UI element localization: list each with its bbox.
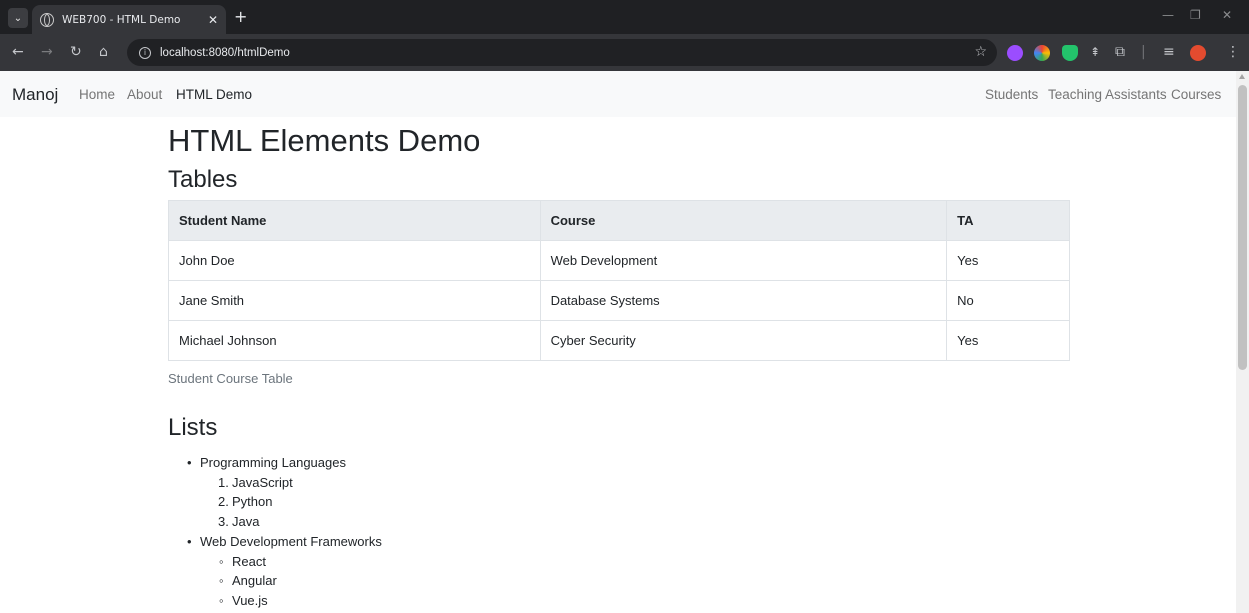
list-item-text: Python bbox=[232, 494, 273, 510]
table-row: Jane Smith Database Systems No bbox=[168, 280, 1070, 321]
table-row: John Doe Web Development Yes bbox=[168, 240, 1070, 281]
list-item: Angular bbox=[200, 571, 382, 591]
extension-icon[interactable] bbox=[1007, 45, 1023, 61]
table-row: Michael Johnson Cyber Security Yes bbox=[168, 320, 1070, 361]
restore-icon[interactable]: ❐ bbox=[1190, 8, 1201, 22]
nav-link-home[interactable]: Home bbox=[79, 87, 115, 102]
column-header: Student Name bbox=[168, 200, 541, 241]
shield-extension-icon[interactable] bbox=[1062, 45, 1078, 61]
reading-list-icon[interactable]: ≡ bbox=[1163, 44, 1175, 60]
page-scrollbar[interactable] bbox=[1236, 71, 1249, 613]
table-cell: Jane Smith bbox=[168, 280, 541, 321]
table-cell: Web Development bbox=[539, 240, 948, 281]
table-cell: Database Systems bbox=[539, 280, 948, 321]
profile-avatar-icon[interactable] bbox=[1190, 45, 1206, 61]
student-course-table: Student Name Course TA John Doe Web Deve… bbox=[168, 200, 1070, 361]
list-group-label: Web Development Frameworks bbox=[200, 533, 382, 549]
table-caption: Student Course Table bbox=[168, 371, 293, 386]
table-cell: Cyber Security bbox=[539, 320, 948, 361]
column-header: TA bbox=[946, 200, 1070, 241]
column-header: Course bbox=[539, 200, 948, 241]
list-item: React bbox=[200, 552, 382, 572]
list-item-text: Vue.js bbox=[232, 592, 268, 608]
lists-outer: Programming Languages 1.JavaScript 2.Pyt… bbox=[168, 453, 382, 611]
list-item: 3. Java bbox=[218, 514, 260, 530]
list-item-text: JavaScript bbox=[232, 474, 293, 490]
url-text: localhost:8080/htmlDemo bbox=[160, 46, 290, 59]
list-item: Vue.js bbox=[200, 591, 382, 611]
list-item-text: React bbox=[232, 553, 266, 569]
bookmark-star-icon[interactable]: ☆ bbox=[974, 44, 987, 60]
scrollbar-thumb[interactable] bbox=[1238, 85, 1247, 370]
extensions-puzzle-icon[interactable]: ⧉ bbox=[1115, 44, 1125, 60]
tab-title: WEB700 - HTML Demo bbox=[62, 13, 181, 26]
browser-tab[interactable]: WEB700 - HTML Demo ✕ bbox=[32, 5, 226, 34]
list-item: Programming Languages 1.JavaScript 2.Pyt… bbox=[168, 453, 382, 532]
table-cell: Yes bbox=[946, 240, 1070, 281]
table-cell: John Doe bbox=[168, 240, 541, 281]
brand-link[interactable]: Manoj bbox=[12, 85, 58, 105]
list-item-text: Angular bbox=[232, 573, 277, 589]
browser-toolbar: ← → ↻ ⌂ i localhost:8080/htmlDemo ☆ ⇞ ⧉ … bbox=[0, 34, 1249, 71]
extension-color-icon[interactable] bbox=[1034, 45, 1050, 61]
tables-heading: Tables bbox=[168, 166, 238, 193]
reload-icon[interactable]: ↻ bbox=[70, 44, 82, 60]
toolbar-divider: | bbox=[1141, 44, 1146, 60]
back-arrow-icon[interactable]: ← bbox=[12, 44, 24, 60]
table-cell: Yes bbox=[946, 320, 1070, 361]
pin-icon[interactable]: ⇞ bbox=[1090, 44, 1100, 60]
nav-link-teaching-assistants[interactable]: Teaching Assistants bbox=[1048, 87, 1167, 102]
address-bar[interactable]: i localhost:8080/htmlDemo ☆ bbox=[127, 39, 997, 66]
list-item-text: Java bbox=[232, 514, 260, 530]
list-item: Web Development Frameworks React Angular… bbox=[168, 532, 382, 611]
close-window-icon[interactable]: ✕ bbox=[1222, 8, 1232, 22]
scroll-up-arrow-icon[interactable] bbox=[1239, 74, 1245, 79]
nav-link-html-demo[interactable]: HTML Demo bbox=[176, 87, 252, 102]
forward-arrow-icon[interactable]: → bbox=[41, 44, 53, 60]
minimize-icon[interactable]: — bbox=[1162, 8, 1174, 22]
home-icon[interactable]: ⌂ bbox=[99, 44, 108, 60]
globe-icon bbox=[40, 12, 54, 27]
site-info-icon[interactable]: i bbox=[139, 46, 151, 59]
lists-heading: Lists bbox=[168, 414, 218, 441]
web-page: Manoj Home About HTML Demo Students Teac… bbox=[0, 71, 1236, 613]
list-item: 1. JavaScript bbox=[218, 474, 293, 490]
table-cell: No bbox=[946, 280, 1070, 321]
navbar: Manoj Home About HTML Demo Students Teac… bbox=[0, 71, 1236, 117]
nav-link-courses[interactable]: Courses bbox=[1171, 87, 1221, 102]
table-cell: Michael Johnson bbox=[168, 320, 541, 361]
nav-link-students[interactable]: Students bbox=[985, 87, 1038, 102]
table-header-row: Student Name Course TA bbox=[168, 200, 1070, 241]
unordered-list: React Angular Vue.js bbox=[200, 552, 382, 611]
browser-tabstrip: ⌄ WEB700 - HTML Demo ✕ + — ❐ ✕ bbox=[0, 0, 1249, 34]
list-group-label: Programming Languages bbox=[200, 455, 346, 470]
ordered-list: 1. JavaScript 2. Python 3. Java bbox=[200, 473, 382, 532]
tab-search-chevron-icon[interactable]: ⌄ bbox=[8, 8, 28, 28]
more-menu-icon[interactable]: ⋮ bbox=[1226, 44, 1240, 60]
tab-close-icon[interactable]: ✕ bbox=[208, 13, 218, 27]
list-item: 2. Python bbox=[218, 494, 273, 510]
nav-link-about[interactable]: About bbox=[127, 87, 162, 102]
new-tab-icon[interactable]: + bbox=[234, 7, 247, 26]
page-title: HTML Elements Demo bbox=[168, 123, 481, 158]
